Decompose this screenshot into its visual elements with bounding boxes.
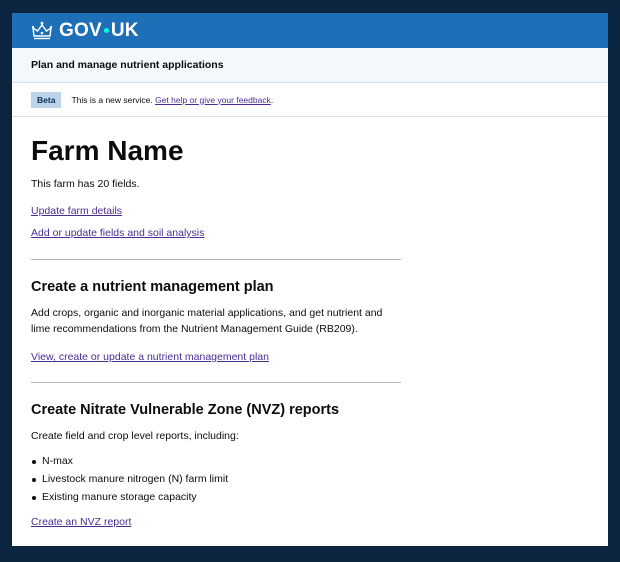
crown-icon [31,21,53,39]
create-nvz-report-link[interactable]: Create an NVZ report [31,514,402,530]
phase-banner-message: This is a new service. [71,94,153,105]
section-divider [31,259,401,260]
list-item: Existing manure storage capacity [31,488,402,506]
nvz-report-list: N-max Livestock manure nitrogen (N) farm… [31,452,402,506]
phase-banner-suffix: . [270,94,274,105]
plan-section-description: Add crops, organic and inorganic materia… [31,307,383,335]
govuk-logotype: GOV UK [59,20,139,42]
service-navigation: Plan and manage nutrient applications [12,48,608,83]
phase-banner-text: This is a new service. Get help or give … [71,95,273,105]
fields-count-text: This farm has 20 fields. [31,178,140,190]
nutrient-plan-link[interactable]: View, create or update a nutrient manage… [31,349,402,365]
feedback-link[interactable]: Get help or give your feedback [155,95,271,105]
browser-page: GOV UK Plan and manage nutrient applicat… [12,13,608,546]
list-item: Livestock manure nitrogen (N) farm limit [31,470,402,488]
fields-soil-analysis-link[interactable]: Add or update fields and soil analysis [31,225,402,241]
list-item: N-max [31,452,402,470]
logo-text-gov: GOV [59,19,102,41]
nvz-section-description: Create field and crop level reports, inc… [31,430,239,442]
govuk-header: GOV UK [12,13,608,48]
service-name-link[interactable]: Plan and manage nutrient applications [31,59,224,71]
plan-section-heading: Create a nutrient management plan [31,279,274,295]
page-title: Farm Name [31,135,184,166]
phase-banner: Beta This is a new service. Get help or … [12,83,608,117]
logo-text-uk: UK [110,19,139,41]
section-divider [31,382,401,383]
logo-dot [103,28,109,33]
nvz-section-heading: Create Nitrate Vulnerable Zone (NVZ) rep… [31,402,340,418]
main-content: Farm Name This farm has 20 fields. Updat… [12,117,402,530]
beta-tag: Beta [31,91,62,108]
update-farm-details-link[interactable]: Update farm details [31,203,402,219]
govuk-logo-link[interactable]: GOV UK [31,20,139,42]
